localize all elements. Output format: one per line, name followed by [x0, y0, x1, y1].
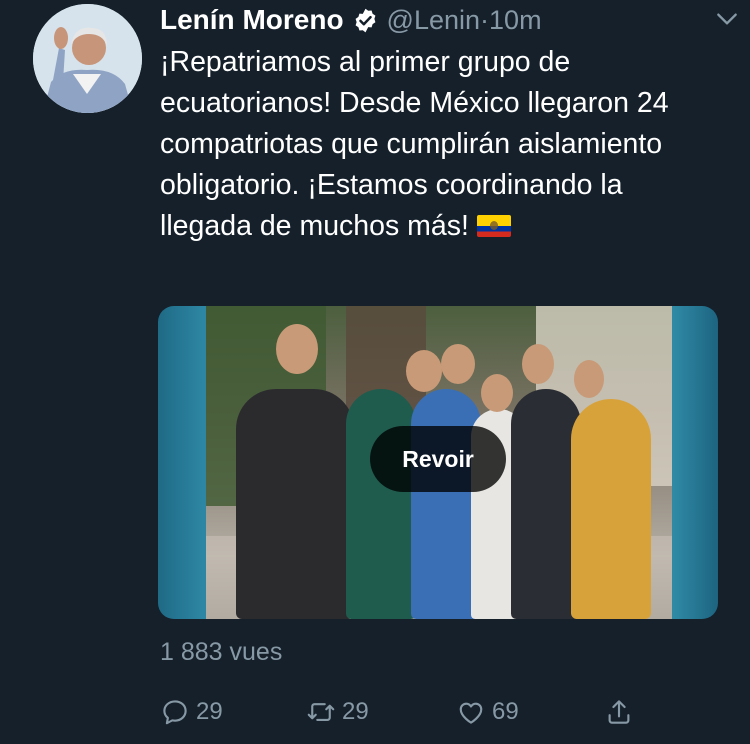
retweet-button[interactable]: 29	[306, 697, 369, 727]
verified-badge-icon	[355, 8, 375, 32]
tweet-header: Lenín Moreno @Lenin · 10m	[160, 2, 730, 38]
separator-dot: ·	[480, 4, 490, 35]
tweet-actions: 29 29 69	[160, 697, 640, 731]
ecuador-flag-icon	[476, 215, 511, 237]
share-upload-icon	[608, 700, 630, 724]
reply-bubble-icon	[163, 700, 187, 725]
reply-button[interactable]: 29	[160, 697, 223, 727]
like-button[interactable]: 69	[456, 697, 519, 727]
view-count[interactable]: 1 883 vues	[160, 638, 282, 667]
chevron-down-icon[interactable]	[714, 6, 740, 32]
reply-count: 29	[196, 698, 223, 725]
share-button[interactable]	[604, 697, 640, 727]
like-count: 69	[492, 698, 519, 725]
author-handle[interactable]: @Lenin	[387, 5, 480, 36]
author-name[interactable]: Lenín Moreno	[160, 4, 344, 36]
retweet-icon	[307, 703, 335, 721]
tweet-video[interactable]: Revoir	[158, 306, 718, 619]
author-avatar[interactable]	[33, 4, 142, 113]
avatar-photo	[33, 4, 142, 113]
heart-icon	[459, 702, 483, 724]
replay-button[interactable]: Revoir	[370, 426, 506, 492]
tweet-body: ¡Repatriamos al primer grupo de ecuatori…	[160, 46, 669, 242]
tweet-timestamp[interactable]: 10m	[489, 5, 542, 36]
retweet-count: 29	[342, 698, 369, 725]
tweet-text: ¡Repatriamos al primer grupo de ecuatori…	[160, 42, 720, 247]
